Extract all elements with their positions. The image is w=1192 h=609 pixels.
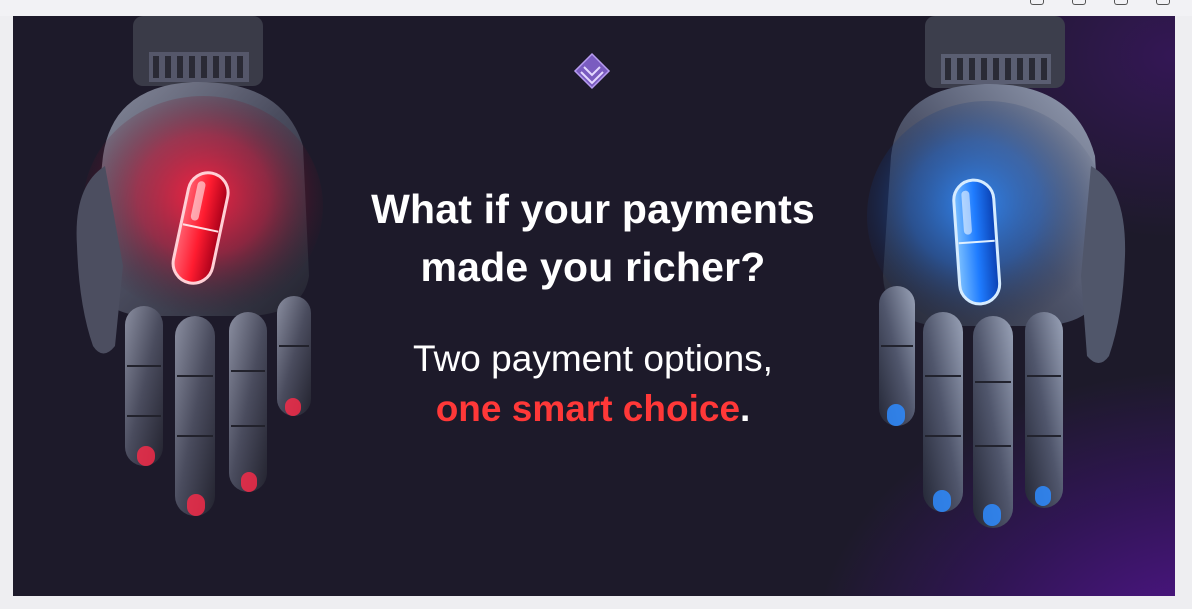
- subline-highlight: one smart choice: [435, 388, 741, 429]
- headline-line-2: made you richer?: [420, 244, 766, 290]
- subline-line-1: Two payment options,: [413, 338, 773, 379]
- window-icon[interactable]: [1156, 0, 1170, 5]
- subline-line-2: one smart choice.: [263, 384, 923, 434]
- browser-window-controls: [1030, 0, 1170, 5]
- layered-diamond-icon[interactable]: [569, 50, 615, 96]
- window-icon[interactable]: [1114, 0, 1128, 5]
- window-icon[interactable]: [1072, 0, 1086, 5]
- browser-toolbar: [0, 0, 1192, 16]
- hero-subheadline: Two payment options, one smart choice.: [263, 334, 923, 434]
- hero-banner: What if your payments made you richer? T…: [13, 16, 1175, 596]
- subline-period: .: [740, 388, 751, 429]
- hero-headline: What if your payments made you richer?: [263, 180, 923, 296]
- window-icon[interactable]: [1030, 0, 1044, 5]
- headline-line-1: What if your payments: [371, 186, 815, 232]
